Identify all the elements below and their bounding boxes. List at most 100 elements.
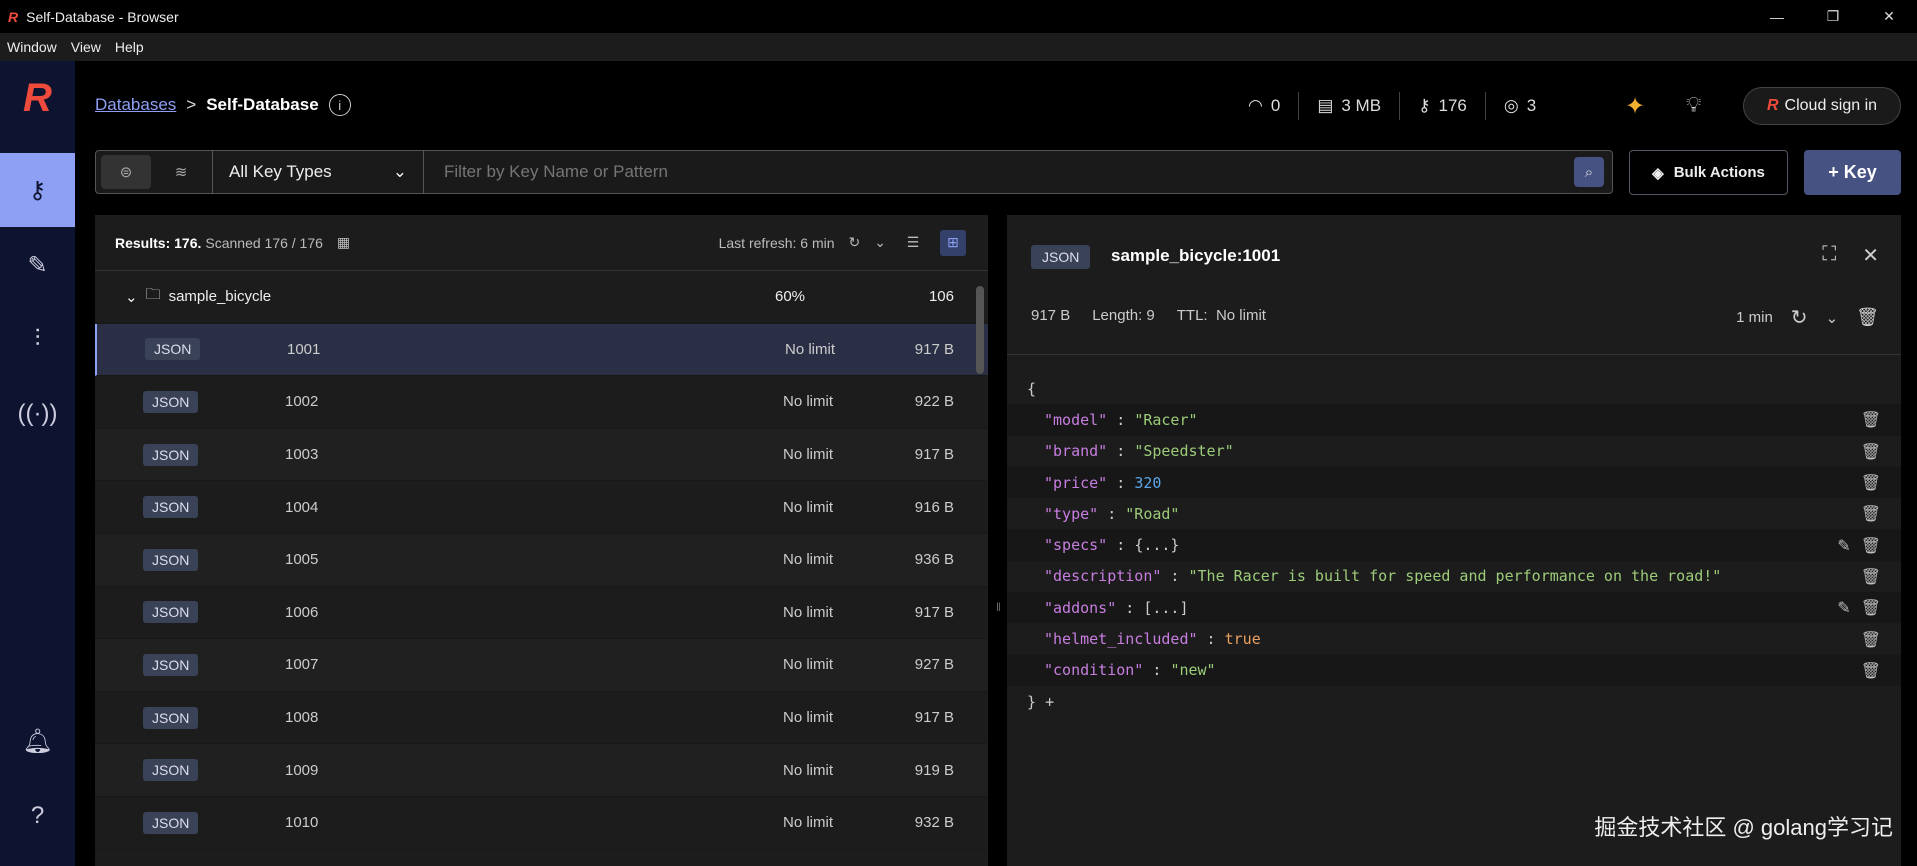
json-value[interactable]: true <box>1225 630 1261 648</box>
key-type-badge: JSON <box>143 706 199 729</box>
bulk-actions-button[interactable]: ◈ Bulk Actions <box>1629 150 1788 195</box>
results-count: Results: 176. <box>115 234 202 251</box>
json-field[interactable]: "type" : "Road" 🗑︎ <box>1007 498 1901 529</box>
key-row[interactable]: JSON 1008 No limit 917 B <box>95 692 988 745</box>
delete-field-icon[interactable]: 🗑︎ <box>1861 410 1881 429</box>
maximize-button[interactable]: ❐ <box>1805 0 1861 33</box>
json-value[interactable]: "Road" <box>1125 505 1179 523</box>
delete-field-icon[interactable]: 🗑︎ <box>1861 473 1881 492</box>
cloud-sign-in-button[interactable]: R Cloud sign in <box>1743 87 1901 125</box>
scrollbar[interactable] <box>976 286 984 374</box>
key-ttl: No limit <box>783 814 834 832</box>
insights-bulb-icon[interactable]: 💡︎ <box>1686 92 1701 118</box>
key-row[interactable]: JSON 1004 No limit 916 B <box>95 481 988 534</box>
key-type-select[interactable]: All Key Types ⌄ <box>212 151 424 193</box>
redis-cloud-icon: R <box>1766 97 1779 114</box>
window-title: Self-Database - Browser <box>26 8 179 25</box>
list-view-icon[interactable]: ☰ <box>900 230 926 256</box>
key-row[interactable]: JSON 1009 No limit 919 B <box>95 744 988 797</box>
info-icon[interactable]: i <box>328 94 351 116</box>
json-value[interactable]: "The Racer is built for speed and perfor… <box>1189 567 1722 585</box>
fullscreen-icon[interactable]: ⛶ <box>1822 243 1836 268</box>
redis-logo-icon[interactable]: R <box>0 61 75 135</box>
json-value[interactable]: "new" <box>1170 661 1215 679</box>
key-row[interactable]: JSON 1002 No limit 922 B <box>95 376 988 429</box>
scan-settings-icon[interactable]: ▦ <box>337 234 350 251</box>
key-type-value: All Key Types <box>229 162 332 181</box>
json-key: "specs" <box>1044 536 1108 555</box>
json-field[interactable]: "addons" : [...] ✎ 🗑︎ <box>1007 592 1901 624</box>
ai-sparkle-icon[interactable]: ✦ <box>1625 92 1645 121</box>
key-ttl: No limit <box>783 603 834 621</box>
delete-field-icon[interactable]: 🗑︎ <box>1861 567 1881 586</box>
filter-mode-icon[interactable]: ⊜ <box>101 155 151 189</box>
delete-field-icon[interactable]: 🗑︎ <box>1861 630 1881 649</box>
key-name[interactable]: sample_bicycle:1001 <box>1111 246 1280 266</box>
key-filter-input[interactable] <box>424 162 1574 182</box>
minimize-button[interactable]: — <box>1749 0 1805 33</box>
add-key-button[interactable]: + Key <box>1804 150 1901 195</box>
json-viewer: { "model" : "Racer" 🗑︎ "brand" : "Speedst… <box>1007 373 1901 717</box>
json-field[interactable]: "helmet_included" : true 🗑︎ <box>1007 623 1901 654</box>
json-value[interactable]: {...} <box>1134 536 1179 554</box>
delete-field-icon[interactable]: 🗑︎ <box>1861 442 1881 461</box>
folder-row[interactable]: ⌄ 🗀 sample_bicycle 60% 106 <box>95 271 988 324</box>
tree-view-icon[interactable]: ⊞ <box>940 229 966 256</box>
json-value[interactable]: 320 <box>1134 474 1161 492</box>
key-row[interactable]: JSON 1001 No limit 917 B <box>95 323 988 377</box>
analytics-icon[interactable]: ⫶ <box>0 302 75 376</box>
browser-key-icon[interactable]: ⚷ <box>0 153 75 227</box>
folder-icon: 🗀 <box>145 286 161 304</box>
scanned-count: Scanned 176 / 176 <box>205 234 323 251</box>
close-window-button[interactable]: ✕ <box>1861 0 1917 33</box>
menu-window[interactable]: Window <box>0 39 64 55</box>
json-field[interactable]: "description" : "The Racer is built for … <box>1007 561 1901 592</box>
json-value[interactable]: [...] <box>1143 599 1188 617</box>
key-ttl: No limit <box>785 340 836 358</box>
ttl-value[interactable]: No limit <box>1216 307 1266 324</box>
help-icon[interactable]: ? <box>0 779 75 853</box>
json-field[interactable]: "condition" : "new" 🗑︎ <box>1007 654 1901 686</box>
folder-percent: 60% <box>775 288 806 306</box>
json-field[interactable]: "price" : 320 🗑︎ <box>1007 466 1901 499</box>
notifications-bell-icon[interactable]: 🔔︎ <box>0 704 75 778</box>
clients-count: 3 <box>1526 96 1537 115</box>
key-row[interactable]: JSON 1010 No limit 932 B <box>95 797 988 850</box>
chevron-down-icon[interactable]: ⌄ <box>874 234 886 251</box>
key-size: 917 B <box>914 340 954 358</box>
json-key: "model" <box>1044 410 1108 429</box>
key-row[interactable]: JSON 1003 No limit 917 B <box>95 428 988 482</box>
close-icon[interactable]: ✕ <box>1862 243 1879 268</box>
refresh-icon[interactable]: ↻ <box>1791 305 1808 330</box>
add-field-button[interactable]: + <box>1045 693 1054 711</box>
key-row[interactable]: JSON 1005 No limit 936 B <box>95 533 988 587</box>
menu-view[interactable]: View <box>64 39 108 55</box>
refresh-icon[interactable]: ↻ <box>849 234 861 251</box>
chevron-down-icon[interactable]: ⌄ <box>1826 309 1839 327</box>
semantic-search-icon[interactable]: ≋ <box>156 155 206 189</box>
delete-key-icon[interactable]: 🗑︎ <box>1856 307 1879 328</box>
key-size: 927 B <box>914 656 954 674</box>
workbench-edit-icon[interactable]: ✎ <box>0 228 75 302</box>
delete-field-icon[interactable]: 🗑︎ <box>1861 661 1881 680</box>
json-field[interactable]: "brand" : "Speedster" 🗑︎ <box>1007 436 1901 467</box>
delete-field-icon[interactable]: 🗑︎ <box>1861 598 1881 617</box>
json-value[interactable]: "Racer" <box>1134 411 1197 429</box>
key-row[interactable]: JSON 1007 No limit 927 B <box>95 639 988 692</box>
delete-field-icon[interactable]: 🗑︎ <box>1861 504 1881 523</box>
menu-help[interactable]: Help <box>108 39 151 55</box>
watermark: 掘金技术社区 @ golang学习记 <box>1594 815 1893 840</box>
edit-icon[interactable]: ✎ <box>1837 536 1850 555</box>
json-field[interactable]: "model" : "Racer" 🗑︎ <box>1007 404 1901 436</box>
key-list-panel: Results: 176. Scanned 176 / 176 ▦ Last r… <box>95 215 988 866</box>
edit-icon[interactable]: ✎ <box>1837 598 1850 617</box>
search-icon[interactable]: ⌕ <box>1574 157 1604 187</box>
breadcrumb-databases-link[interactable]: Databases <box>95 95 176 115</box>
key-row[interactable]: JSON 1006 No limit 917 B <box>95 587 988 640</box>
json-value[interactable]: "Speedster" <box>1134 442 1233 460</box>
json-field[interactable]: "specs" : {...} ✎ 🗑︎ <box>1007 529 1901 561</box>
key-name: 1003 <box>285 446 319 464</box>
delete-field-icon[interactable]: 🗑︎ <box>1861 536 1881 555</box>
pubsub-broadcast-icon[interactable]: ((·)) <box>0 377 75 451</box>
panel-resize-handle[interactable]: ‖ <box>996 600 1001 614</box>
